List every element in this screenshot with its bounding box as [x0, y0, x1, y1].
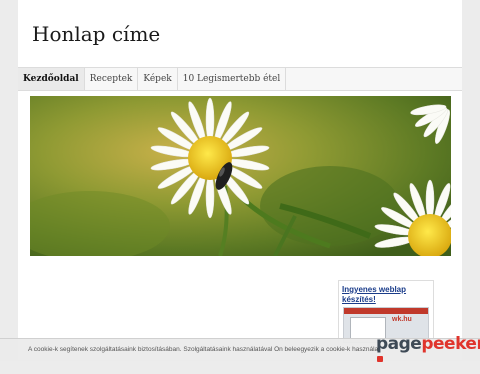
watermark-mark-icon: [377, 356, 383, 362]
watermark-part2: peeker: [421, 334, 480, 354]
page-container: Honlap címe Kezdőoldal Receptek Képek 10…: [18, 0, 462, 360]
header-banner-image: [30, 96, 451, 256]
nav-item-recipes[interactable]: Receptek: [85, 68, 139, 90]
site-title[interactable]: Honlap címe: [32, 22, 160, 46]
ad-thumb-header: [344, 308, 428, 314]
nav-item-images[interactable]: Képek: [138, 68, 178, 90]
nav-item-top10-foods[interactable]: 10 Legismertebb étel: [178, 68, 287, 90]
nav-item-home[interactable]: Kezdőoldal: [18, 68, 85, 90]
pagepeeker-watermark-logo: pagepeeker: [376, 334, 480, 374]
watermark-part1: page: [376, 334, 422, 354]
ad-title-link[interactable]: Ingyenes weblap készítés!: [342, 285, 432, 305]
daisy-photo: [30, 96, 451, 256]
cookie-notice-text: A cookie-k segítenek szolgáltatásaink bi…: [28, 346, 378, 353]
main-nav: Kezdőoldal Receptek Képek 10 Legismerteb…: [18, 67, 462, 91]
ad-thumb-brand: wk.hu: [392, 316, 412, 323]
